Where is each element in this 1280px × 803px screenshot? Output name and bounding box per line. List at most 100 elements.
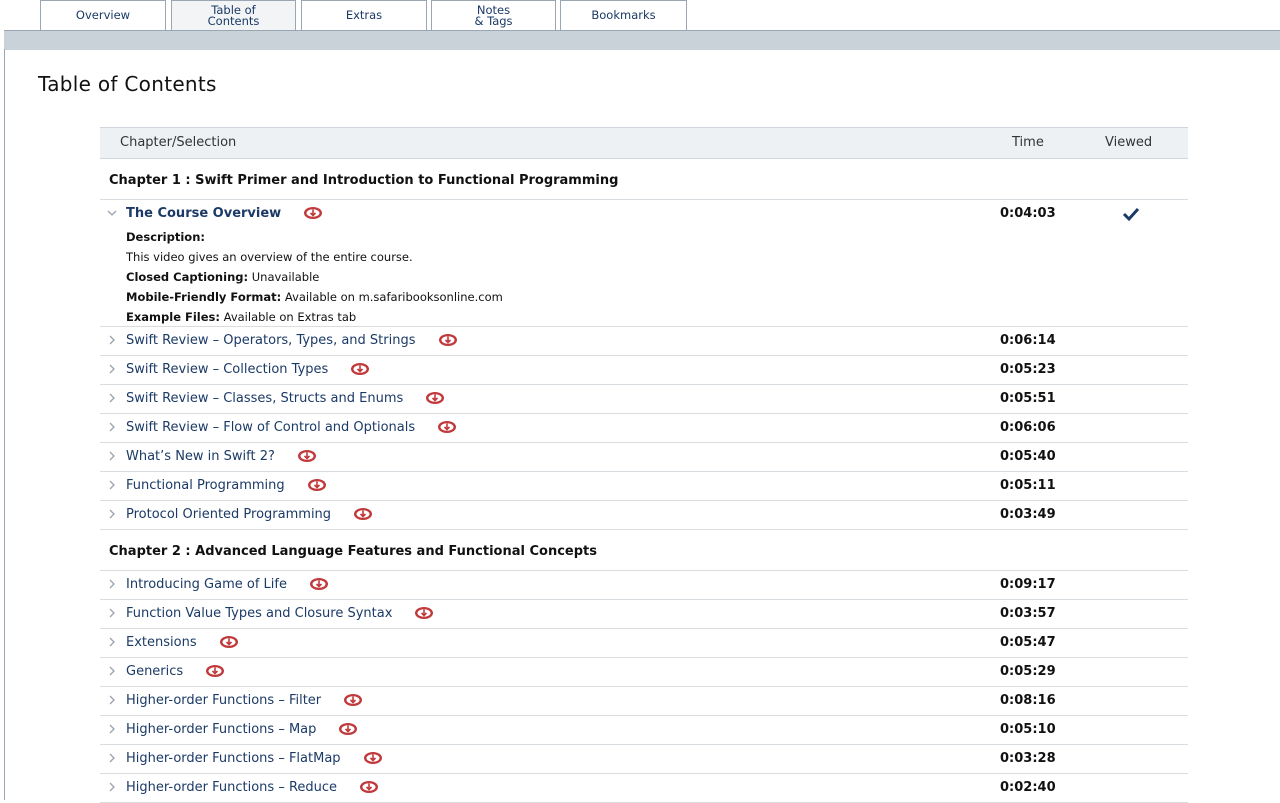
lesson-title: Swift Review – Classes, Structs and Enum… [126, 391, 404, 406]
chevron-right-icon[interactable] [106, 665, 118, 677]
cloud-download-icon[interactable] [353, 507, 373, 520]
lesson-link[interactable]: Swift Review – Operators, Types, and Str… [126, 333, 458, 348]
chevron-right-icon[interactable] [106, 578, 118, 590]
chapter-title: Chapter 2 : Advanced Language Features a… [109, 544, 597, 559]
lesson-link[interactable]: Higher-order Functions – Filter [126, 693, 363, 708]
chapter-title: Chapter 1 : Swift Primer and Introductio… [109, 173, 619, 188]
cc-label: Closed Captioning: [126, 270, 249, 284]
chevron-right-icon[interactable] [106, 752, 118, 764]
lesson-link[interactable]: Swift Review – Flow of Control and Optio… [126, 420, 457, 435]
lesson-link[interactable]: Swift Review – Collection Types [126, 362, 370, 377]
lesson-link[interactable]: What’s New in Swift 2? [126, 449, 317, 464]
lesson-time: 0:05:51 [1000, 391, 1056, 406]
lesson-time: 0:05:11 [1000, 478, 1056, 493]
description-text: This video gives an overview of the enti… [126, 250, 413, 264]
table-row[interactable]: Swift Review – Flow of Control and Optio… [100, 414, 1188, 443]
table-row[interactable]: Higher-order Functions – Reduce 0:02:40 [100, 774, 1188, 803]
table-row[interactable]: Swift Review – Operators, Types, and Str… [100, 327, 1188, 356]
lesson-title: Protocol Oriented Programming [126, 507, 332, 522]
tab-bookmarks[interactable]: Bookmarks [560, 0, 687, 30]
lesson-details: Description: This video gives an overview… [126, 227, 503, 327]
cloud-download-icon[interactable] [297, 449, 317, 462]
cloud-download-icon[interactable] [307, 478, 327, 491]
cloud-download-icon[interactable] [437, 420, 457, 433]
lesson-time: 0:05:40 [1000, 449, 1056, 464]
lesson-link[interactable]: Generics [126, 664, 225, 679]
cloud-download-icon[interactable] [338, 722, 358, 735]
cloud-download-icon[interactable] [438, 333, 458, 346]
cloud-download-icon[interactable] [363, 751, 383, 764]
table-body: Chapter 1 : Swift Primer and Introductio… [100, 159, 1188, 803]
table-row[interactable]: Higher-order Functions – FlatMap 0:03:28 [100, 745, 1188, 774]
cloud-download-icon[interactable] [205, 664, 225, 677]
chevron-right-icon[interactable] [106, 363, 118, 375]
lesson-link[interactable]: The Course Overview [126, 206, 323, 221]
chevron-right-icon[interactable] [106, 607, 118, 619]
chevron-right-icon[interactable] [106, 334, 118, 346]
table-row[interactable]: The Course Overview 0:04:03 Description: Th… [100, 200, 1188, 327]
table-row[interactable]: Introducing Game of Life 0:09:17 [100, 571, 1188, 600]
lesson-time: 0:03:49 [1000, 507, 1056, 522]
table-row[interactable]: Swift Review – Collection Types 0:05:23 [100, 356, 1188, 385]
lesson-link[interactable]: Functional Programming [126, 478, 327, 493]
table-row[interactable]: Swift Review – Classes, Structs and Enum… [100, 385, 1188, 414]
lesson-link[interactable]: Function Value Types and Closure Syntax [126, 606, 434, 621]
table-row[interactable]: Functional Programming 0:05:11 [100, 472, 1188, 501]
header-time: Time [1012, 135, 1044, 150]
table-row[interactable]: Extensions 0:05:47 [100, 629, 1188, 658]
table-row[interactable]: What’s New in Swift 2? 0:05:40 [100, 443, 1188, 472]
lesson-link[interactable]: Extensions [126, 635, 239, 650]
description-label: Description: [126, 230, 205, 244]
cloud-download-icon[interactable] [414, 606, 434, 619]
chevron-right-icon[interactable] [106, 781, 118, 793]
table-row[interactable]: Higher-order Functions – Map 0:05:10 [100, 716, 1188, 745]
cloud-download-icon[interactable] [309, 577, 329, 590]
table-row[interactable]: Generics 0:05:29 [100, 658, 1188, 687]
lesson-link[interactable]: Higher-order Functions – Map [126, 722, 358, 737]
chevron-right-icon[interactable] [106, 636, 118, 648]
mobile-label: Mobile-Friendly Format: [126, 290, 282, 304]
chevron-right-icon[interactable] [106, 508, 118, 520]
cloud-download-icon[interactable] [425, 391, 445, 404]
table-row[interactable]: Protocol Oriented Programming 0:03:49 [100, 501, 1188, 530]
lesson-link[interactable]: Swift Review – Classes, Structs and Enum… [126, 391, 445, 406]
tab-notes-tags[interactable]: Notes & Tags [431, 0, 556, 30]
cc-value: Unavailable [251, 270, 320, 284]
tab-extras[interactable]: Extras [301, 0, 427, 30]
lesson-title: Introducing Game of Life [126, 577, 287, 592]
chevron-down-icon[interactable] [106, 207, 118, 219]
header-chapter: Chapter/Selection [120, 135, 237, 150]
chevron-right-icon[interactable] [106, 450, 118, 462]
chevron-right-icon[interactable] [106, 479, 118, 491]
chevron-right-icon[interactable] [106, 694, 118, 706]
lesson-time: 0:03:28 [1000, 751, 1056, 766]
lesson-link[interactable]: Higher-order Functions – FlatMap [126, 751, 383, 766]
lesson-link[interactable]: Protocol Oriented Programming [126, 507, 373, 522]
lesson-title: Generics [126, 664, 184, 679]
cloud-download-icon[interactable] [219, 635, 239, 648]
table-row[interactable]: Function Value Types and Closure Syntax 0… [100, 600, 1188, 629]
lesson-title: The Course Overview [126, 206, 282, 221]
lesson-link[interactable]: Introducing Game of Life [126, 577, 329, 592]
chevron-right-icon[interactable] [106, 392, 118, 404]
cloud-download-icon[interactable] [343, 693, 363, 706]
cloud-download-icon[interactable] [303, 206, 323, 219]
tab-toc-label: Table of Contents [207, 3, 260, 28]
table-header: Chapter/Selection Time Viewed [100, 127, 1188, 159]
lesson-time: 0:06:14 [1000, 333, 1056, 348]
table-row[interactable]: Higher-order Functions – Filter 0:08:16 [100, 687, 1188, 716]
tab-notes-label: Notes & Tags [474, 2, 513, 28]
chevron-right-icon[interactable] [106, 723, 118, 735]
lesson-time: 0:04:03 [1000, 206, 1056, 221]
lesson-link[interactable]: Higher-order Functions – Reduce [126, 780, 379, 795]
lesson-title: Function Value Types and Closure Syntax [126, 606, 393, 621]
files-value: Available on Extras tab [223, 310, 357, 324]
chevron-right-icon[interactable] [106, 421, 118, 433]
lesson-title: Functional Programming [126, 478, 285, 493]
lesson-time: 0:05:10 [1000, 722, 1056, 737]
tab-table-of-contents[interactable]: Table of Contents [171, 0, 296, 31]
tab-overview-label: Overview [75, 8, 131, 22]
cloud-download-icon[interactable] [350, 362, 370, 375]
tab-overview[interactable]: Overview [40, 0, 166, 30]
cloud-download-icon[interactable] [359, 780, 379, 793]
